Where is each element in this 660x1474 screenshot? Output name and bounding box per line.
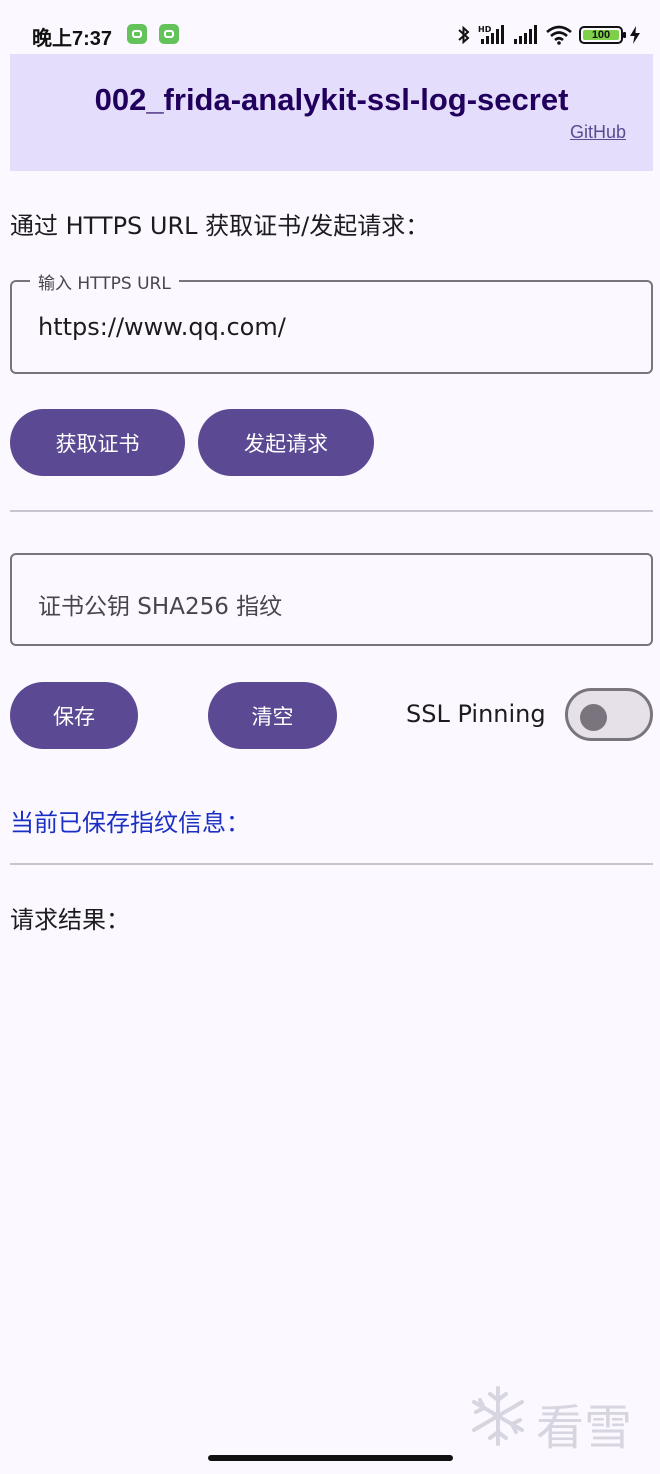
url-input-label: 输入 HTTPS URL — [30, 269, 179, 294]
app-title: 002_frida-analykit-ssl-log-secret — [94, 82, 569, 117]
app-notification-icon — [127, 24, 147, 44]
wifi-icon — [546, 25, 572, 45]
saved-fingerprint-label: 当前已保存指纹信息： — [10, 809, 250, 837]
url-section-label: 通过 HTTPS URL 获取证书/发起请求： — [10, 212, 430, 240]
app-notification-icon — [159, 24, 179, 44]
request-result-label: 请求结果： — [10, 906, 130, 934]
get-cert-button[interactable]: 获取证书 — [10, 409, 185, 476]
ssl-pinning-switch[interactable] — [565, 688, 653, 741]
fingerprint-input[interactable]: 证书公钥 SHA256 指纹 — [10, 553, 653, 646]
snowflake-icon — [472, 1386, 524, 1446]
divider — [10, 510, 653, 512]
app-header: 002_frida-analykit-ssl-log-secret GitHub — [10, 54, 653, 171]
watermark-text: 看雪 — [536, 1400, 633, 1456]
clear-button[interactable]: 清空 — [208, 682, 337, 749]
save-button[interactable]: 保存 — [10, 682, 138, 749]
switch-thumb — [580, 704, 607, 731]
charging-icon — [630, 26, 640, 44]
ssl-pinning-label: SSL Pinning — [406, 700, 546, 728]
home-indicator[interactable] — [208, 1455, 453, 1461]
url-input[interactable]: 输入 HTTPS URL https://www.qq.com/ — [10, 269, 653, 374]
send-request-button[interactable]: 发起请求 — [198, 409, 374, 476]
status-time: 晚上7:37 — [32, 28, 113, 50]
battery-icon: 100 — [579, 26, 626, 44]
status-bar: 晚上7:37 HD 100 — [0, 0, 660, 54]
signal-icon — [514, 25, 537, 44]
hd-signal-icon: HD — [478, 25, 504, 44]
url-input-value[interactable]: https://www.qq.com/ — [38, 313, 286, 341]
github-link[interactable]: GitHub — [570, 122, 626, 143]
fingerprint-placeholder: 证书公钥 SHA256 指纹 — [38, 594, 283, 620]
kanxue-watermark: 看雪 — [466, 1384, 646, 1456]
svg-text:HD: HD — [478, 25, 492, 34]
bluetooth-icon — [458, 25, 470, 45]
divider — [10, 863, 653, 865]
